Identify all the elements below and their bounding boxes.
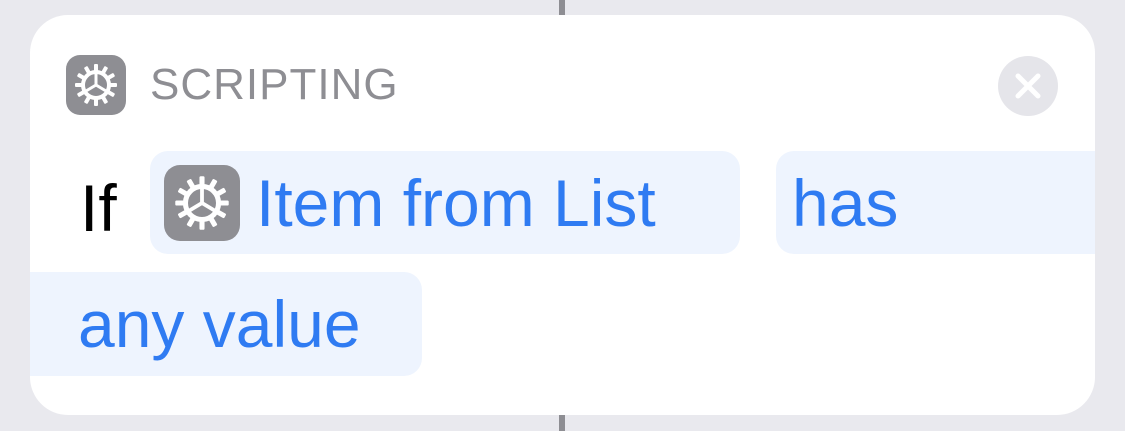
condition-text-part2: any value — [78, 287, 361, 361]
gear-icon — [75, 64, 117, 106]
flow-connector-bottom — [559, 414, 565, 431]
action-category-label: SCRIPTING — [150, 60, 399, 109]
if-action-card[interactable]: SCRIPTING If Item from List has any valu… — [30, 15, 1095, 415]
variable-gear-icon — [164, 164, 240, 241]
action-header: SCRIPTING — [66, 55, 399, 115]
scripting-gear-icon — [66, 55, 126, 115]
gear-icon — [175, 175, 229, 230]
variable-label: Item from List — [256, 165, 656, 240]
flow-connector-top — [559, 0, 565, 16]
condition-token[interactable]: has — [776, 151, 1095, 254]
close-icon — [1015, 73, 1041, 99]
condition-token-continued[interactable]: any value — [30, 272, 422, 376]
variable-token-item-from-list[interactable]: Item from List — [150, 151, 740, 254]
condition-text-part1: has — [792, 165, 899, 240]
remove-action-button[interactable] — [998, 56, 1058, 116]
if-keyword: If — [80, 171, 117, 245]
